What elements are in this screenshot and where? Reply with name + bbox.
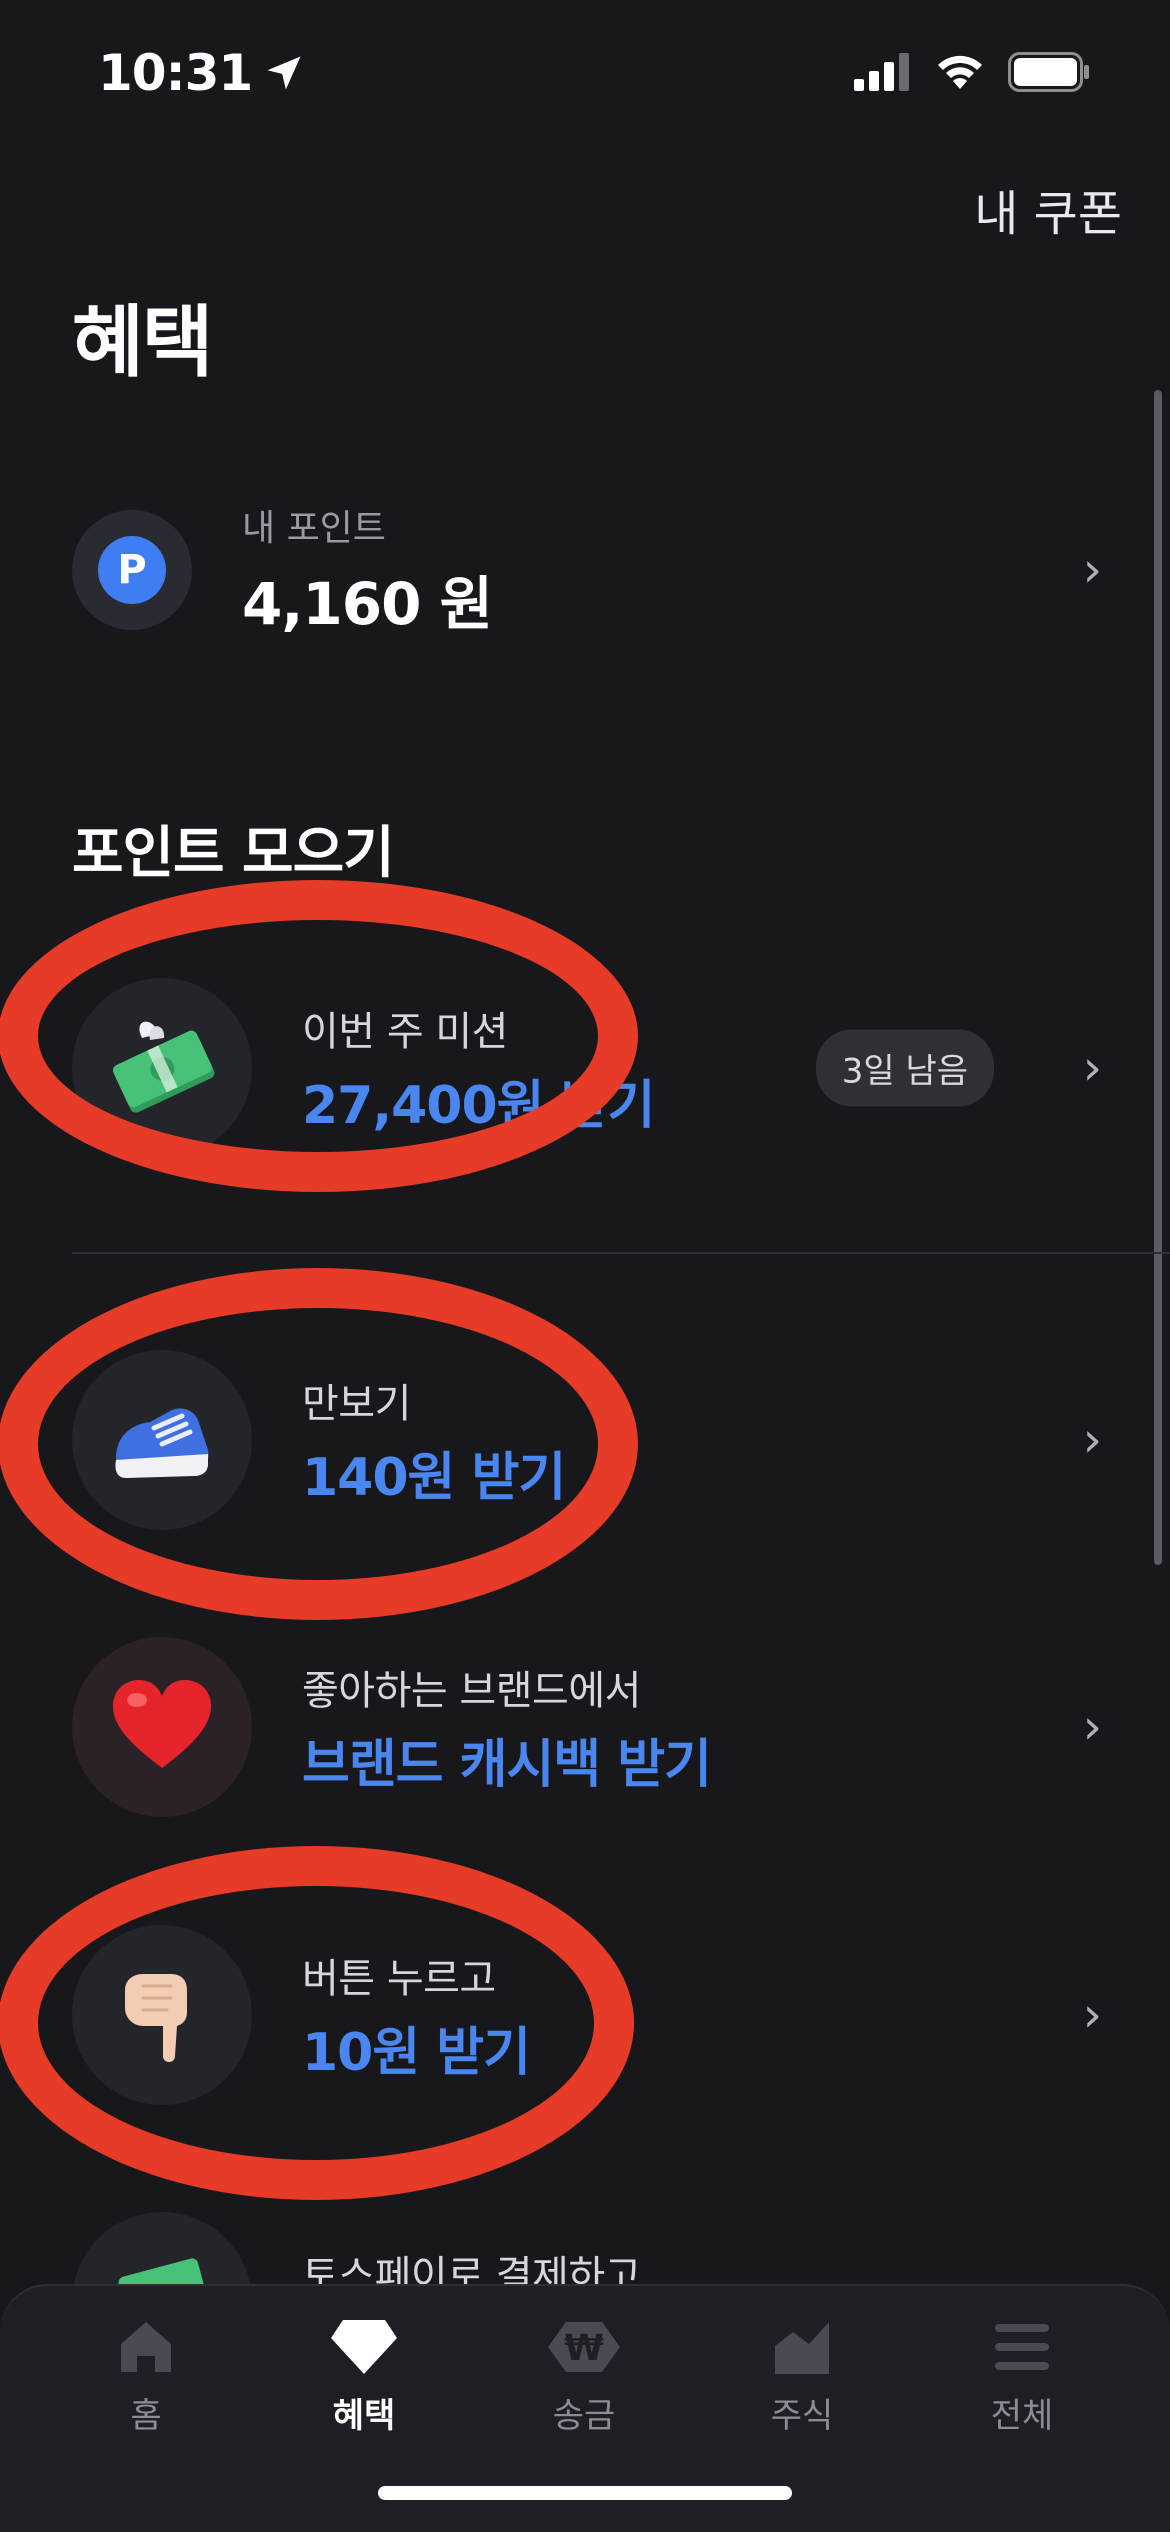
wifi-icon [938, 55, 982, 89]
tab-all[interactable]: 전체 [942, 2316, 1102, 2437]
menu-icon [995, 2324, 1049, 2370]
tab-label: 홈 [130, 2396, 162, 2436]
annotation-ellipse [0, 1846, 634, 2200]
home-icon [121, 2322, 171, 2372]
days-left-badge: 3일 남음 [815, 1029, 994, 1107]
tab-label: 주식 [770, 2396, 834, 2436]
chevron-right-icon: › [1082, 542, 1102, 598]
svg-text:₩: ₩ [564, 2328, 604, 2369]
tab-transfer[interactable]: ₩ 송금 [504, 2316, 664, 2437]
annotation-ellipse [0, 1268, 638, 1620]
annotation-ellipse [0, 880, 638, 1192]
location-arrow-icon [267, 56, 301, 90]
won-icon: ₩ [548, 2322, 620, 2372]
home-indicator[interactable] [378, 2486, 792, 2500]
page-title: 혜택 [72, 298, 214, 388]
battery-icon [1008, 52, 1089, 92]
tab-label: 송금 [552, 2396, 616, 2436]
diamond-icon [331, 2320, 397, 2374]
points-text: 내 포인트 4,160 원 [242, 499, 493, 641]
points-avatar: P [72, 510, 192, 630]
section-title: 포인트 모으기 [72, 821, 395, 886]
points-value: 4,160 원 [242, 570, 493, 638]
chevron-right-icon: › [1082, 1412, 1102, 1468]
tab-stocks[interactable]: 주식 [722, 2316, 882, 2437]
chevron-right-icon: › [1082, 1987, 1102, 2043]
signal-icon [854, 53, 909, 91]
item-text: 좋아하는 브랜드에서 브랜드 캐시백 받기 [302, 1658, 712, 1797]
clock: 10:31 [98, 44, 253, 102]
heart-icon [72, 1637, 252, 1817]
point-p-icon: P [98, 536, 166, 604]
chevron-right-icon: › [1082, 1699, 1102, 1755]
tab-benefits[interactable]: 혜택 [284, 2316, 444, 2437]
tab-label: 혜택 [332, 2396, 396, 2436]
tab-home[interactable]: 홈 [66, 2316, 226, 2437]
my-coupon-link[interactable]: 내 쿠폰 [974, 174, 1122, 244]
list-item-brand-cashback[interactable]: 좋아하는 브랜드에서 브랜드 캐시백 받기 › [72, 1637, 1112, 1817]
points-label: 내 포인트 [242, 508, 386, 549]
scrollbar[interactable] [1154, 390, 1162, 1565]
status-icons [854, 52, 1090, 92]
status-time: 10:31 [98, 44, 306, 102]
divider [72, 1252, 1170, 1254]
chevron-right-icon: › [1082, 1040, 1102, 1096]
chart-icon [775, 2322, 829, 2374]
item-reward: 브랜드 캐시백 받기 [302, 1734, 712, 1795]
item-subtitle: 좋아하는 브랜드에서 [302, 1667, 641, 1714]
my-points-row[interactable]: P 내 포인트 4,160 원 › [72, 505, 1112, 638]
screen: 10:31 내 쿠폰 혜택 P 내 포인트 4,160 원 › 포인트 모으기 … [0, 0, 1170, 2532]
tab-label: 전체 [990, 2396, 1054, 2436]
